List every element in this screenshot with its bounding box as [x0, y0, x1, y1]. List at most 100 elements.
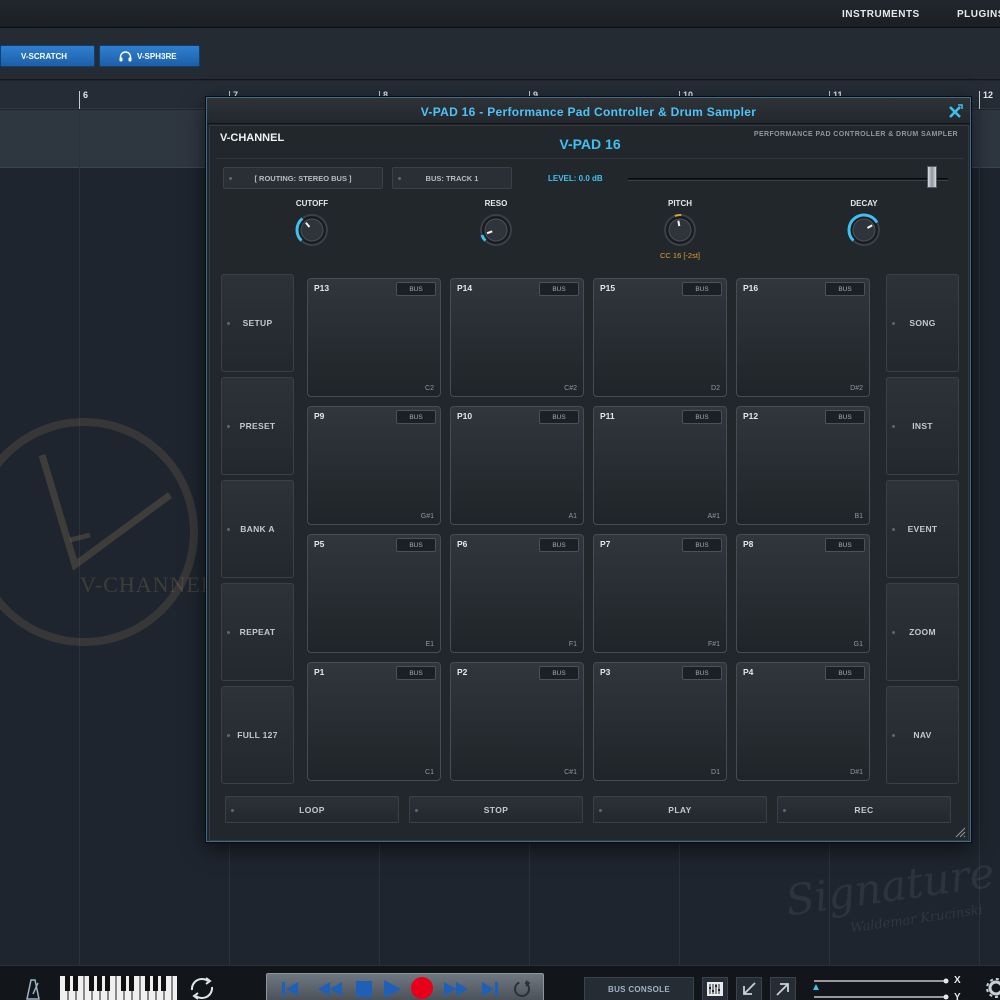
pad-bus-button[interactable]: BUS	[825, 282, 865, 296]
track-tab-v-scratch[interactable]: V-SCRATCH	[0, 45, 95, 67]
pad-p15[interactable]: P15 BUS D2	[593, 278, 727, 397]
stop-icon	[356, 981, 372, 997]
menu-instruments[interactable]: INSTRUMENTS	[842, 9, 920, 20]
track-tab-v-sph3re[interactable]: V-SPH3RE	[99, 45, 200, 67]
pad-bus-button[interactable]: BUS	[682, 538, 722, 552]
xy-zoom-sliders[interactable]	[812, 976, 952, 1000]
pad-p14[interactable]: P14 BUS C#2	[450, 278, 584, 397]
sync-icon[interactable]	[188, 976, 216, 1000]
pad-p7[interactable]: P7 BUS F#1	[593, 534, 727, 653]
bank-a-button[interactable]: BANK A	[221, 480, 294, 578]
collapse-button[interactable]	[736, 977, 762, 1000]
go-to-end-button[interactable]	[479, 978, 501, 1000]
knob-label: PITCH	[668, 199, 692, 208]
pad-p12[interactable]: P12 BUS B1	[736, 406, 870, 525]
full-127-button[interactable]: FULL 127	[221, 686, 294, 784]
go-to-start-button[interactable]	[279, 978, 301, 1000]
plugin-title-bar[interactable]: V-PAD 16 - Performance Pad Controller & …	[207, 98, 970, 124]
led-dot	[892, 425, 895, 428]
rewind-button[interactable]	[315, 978, 345, 1000]
pad-p5[interactable]: P5 BUS E1	[307, 534, 441, 653]
pad-bus-button[interactable]: BUS	[825, 666, 865, 680]
mixer-button[interactable]	[702, 977, 728, 1000]
setup-button[interactable]: SETUP	[221, 274, 294, 372]
pad-bus-button[interactable]: BUS	[682, 410, 722, 424]
pad-bus-button[interactable]: BUS	[682, 282, 722, 296]
pad-p3[interactable]: P3 BUS D1	[593, 662, 727, 781]
pad-id: P10	[457, 411, 473, 421]
knob-dial-icon[interactable]	[662, 212, 698, 248]
knob-reso[interactable]: RESO	[466, 199, 526, 251]
metronome-icon[interactable]	[22, 978, 44, 1000]
led-dot	[231, 808, 234, 812]
led-dot	[227, 528, 230, 531]
transport-play-button[interactable]	[381, 978, 403, 1000]
pad-note: D2	[711, 385, 720, 392]
pad-bus-button[interactable]: BUS	[539, 538, 579, 552]
transport-record-button[interactable]	[409, 975, 435, 1000]
knob-dial-icon[interactable]	[846, 212, 882, 248]
pad-bus-button[interactable]: BUS	[396, 282, 436, 296]
level-slider-thumb[interactable]	[927, 166, 937, 188]
pad-bus-button[interactable]: BUS	[825, 538, 865, 552]
pad-p1[interactable]: P1 BUS C1	[307, 662, 441, 781]
knob-dial-icon[interactable]	[294, 212, 330, 248]
fast-forward-button[interactable]	[441, 978, 471, 1000]
led-dot	[229, 177, 232, 180]
expand-button[interactable]	[770, 977, 796, 1000]
pad-p8[interactable]: P8 BUS G1	[736, 534, 870, 653]
knob-cutoff[interactable]: CUTOFF	[282, 199, 342, 251]
piano-keyboard-icon[interactable]	[60, 976, 177, 1000]
led-dot	[599, 808, 602, 812]
stop-button[interactable]: STOP	[409, 796, 583, 823]
play-icon	[384, 980, 401, 998]
record-icon	[411, 977, 433, 999]
transport-stop-button[interactable]	[353, 978, 375, 1000]
pad-p13[interactable]: P13 BUS C2	[307, 278, 441, 397]
inst-button[interactable]: INST	[886, 377, 959, 475]
menu-bar: INSTRUMENTS PLUGINS	[0, 0, 1000, 28]
plugin-panel: V-CHANNEL V-PAD 16 PERFORMANCE PAD CONTR…	[209, 125, 969, 841]
nav-button[interactable]: NAV	[886, 686, 959, 784]
menu-plugins[interactable]: PLUGINS	[957, 9, 1000, 20]
preset-button[interactable]: PRESET	[221, 377, 294, 475]
pad-p9[interactable]: P9 BUS G#1	[307, 406, 441, 525]
bus-selector[interactable]: BUS: TRACK 1	[392, 167, 512, 189]
pad-p4[interactable]: P4 BUS D#1	[736, 662, 870, 781]
pad-bus-button[interactable]: BUS	[825, 410, 865, 424]
pad-bus-button[interactable]: BUS	[539, 666, 579, 680]
zoom-button[interactable]: ZOOM	[886, 583, 959, 681]
pad-note: D#1	[850, 769, 863, 776]
pad-bus-button[interactable]: BUS	[539, 282, 579, 296]
close-icon[interactable]	[948, 103, 964, 119]
settings-gear-icon[interactable]	[984, 976, 1000, 1000]
knob-label: RESO	[484, 199, 508, 208]
plugin-window-title: V-PAD 16 - Performance Pad Controller & …	[420, 105, 757, 119]
pad-p2[interactable]: P2 BUS C#1	[450, 662, 584, 781]
divider	[216, 158, 964, 159]
routing-selector[interactable]: [ ROUTING: STEREO BUS ]	[223, 167, 383, 189]
repeat-button[interactable]: REPEAT	[221, 583, 294, 681]
pad-p11[interactable]: P11 BUS A#1	[593, 406, 727, 525]
knob-dial-icon[interactable]	[478, 212, 514, 248]
level-slider[interactable]	[628, 178, 948, 181]
event-button[interactable]: EVENT	[886, 480, 959, 578]
pad-bus-button[interactable]: BUS	[682, 666, 722, 680]
knob-pitch[interactable]: PITCH CC 16 [-2st]	[650, 199, 710, 260]
rec-button[interactable]: REC	[777, 796, 951, 823]
pad-p10[interactable]: P10 BUS A1	[450, 406, 584, 525]
song-button[interactable]: SONG	[886, 274, 959, 372]
knob-decay[interactable]: DECAY	[834, 199, 894, 251]
pad-p6[interactable]: P6 BUS F1	[450, 534, 584, 653]
pad-p16[interactable]: P16 BUS D#2	[736, 278, 870, 397]
transport-loop-button[interactable]	[511, 978, 533, 1000]
pad-bus-button[interactable]: BUS	[539, 410, 579, 424]
pad-bus-button[interactable]: BUS	[396, 666, 436, 680]
bus-console-button[interactable]: BUS CONSOLE	[584, 977, 694, 1000]
loop-button[interactable]: LOOP	[225, 796, 399, 823]
play-button[interactable]: PLAY	[593, 796, 767, 823]
pad-id: P7	[600, 539, 611, 549]
pad-bus-button[interactable]: BUS	[396, 538, 436, 552]
resize-grip-icon[interactable]	[954, 826, 966, 838]
pad-bus-button[interactable]: BUS	[396, 410, 436, 424]
